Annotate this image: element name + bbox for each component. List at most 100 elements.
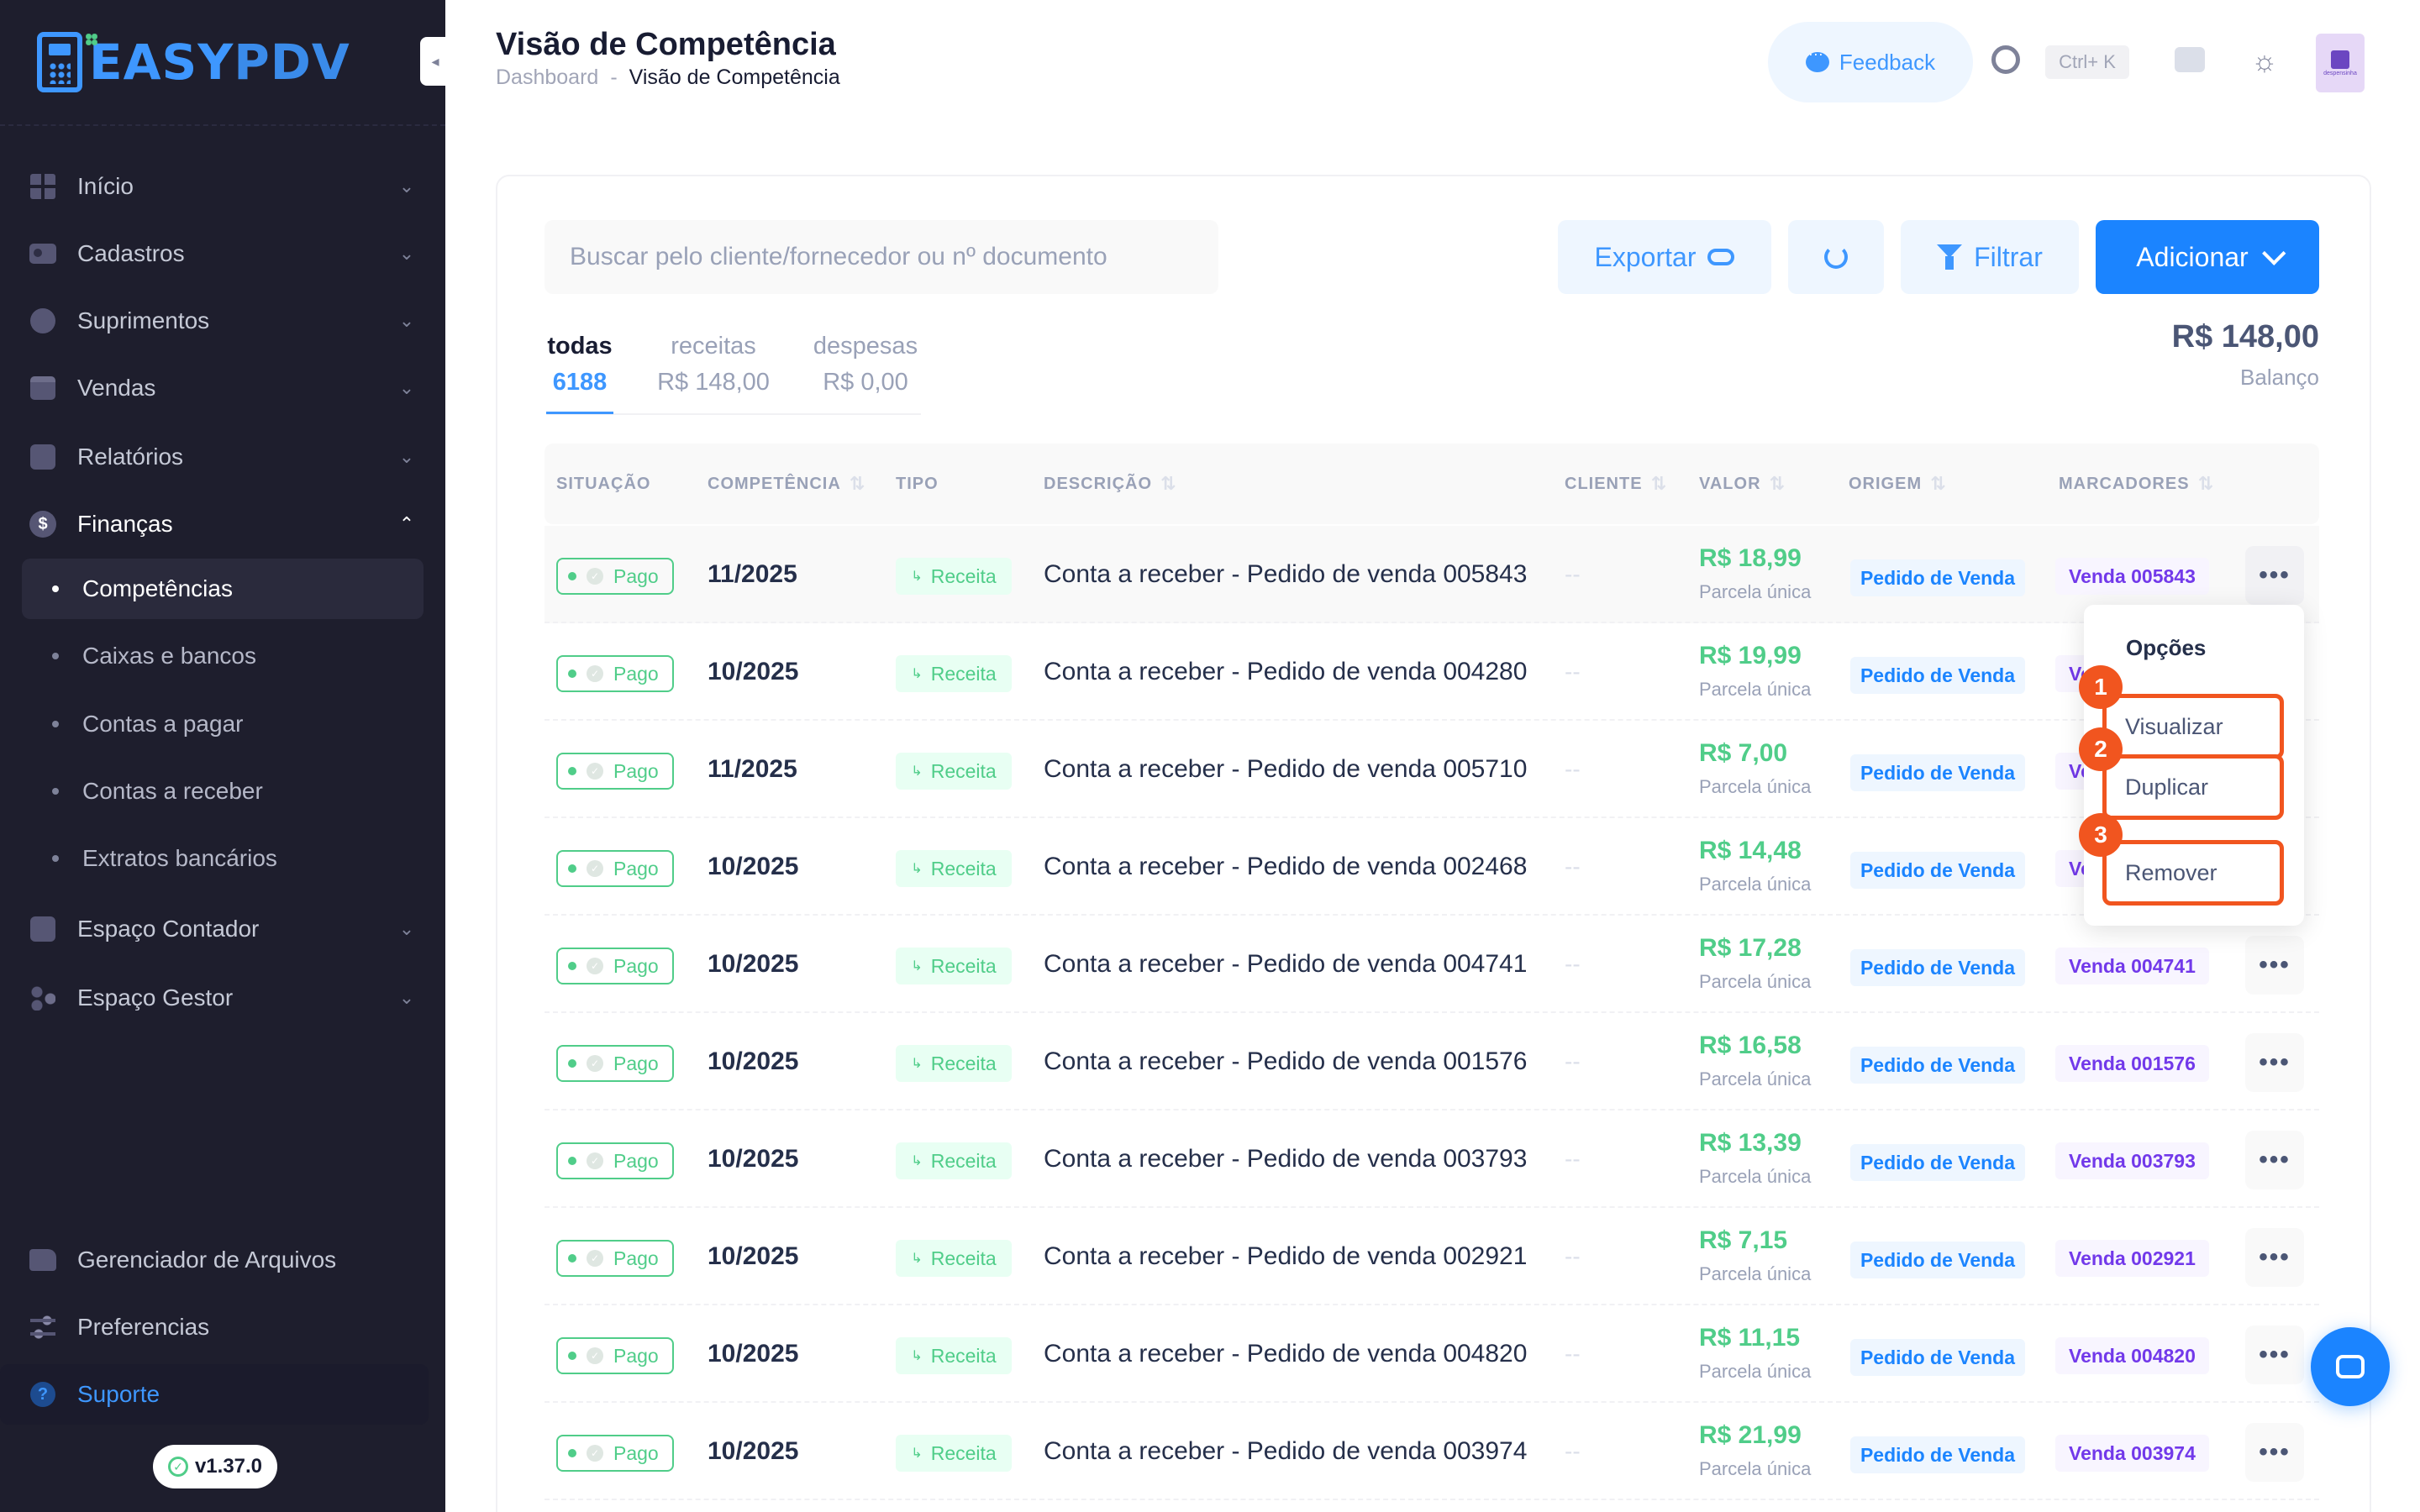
marker-badge[interactable]: Venda 003974 bbox=[2055, 1435, 2209, 1472]
origin-badge[interactable]: Pedido de Venda bbox=[1850, 1436, 2025, 1473]
sidebar-item-espaco-gestor[interactable]: Espaço Gestor ⌄ bbox=[22, 968, 424, 1028]
status-dot-icon bbox=[568, 1059, 576, 1068]
marker-badge[interactable]: Venda 002921 bbox=[2055, 1240, 2209, 1277]
table-row[interactable]: ✓ Pago 10/2025 ↳ Receita Conta a receber… bbox=[544, 818, 2319, 916]
table-row[interactable]: ✓ Pago 10/2025 ↳ Receita Conta a receber… bbox=[544, 1208, 2319, 1305]
origin-badge[interactable]: Pedido de Venda bbox=[1850, 1242, 2025, 1278]
competencia-cell: 11/2025 bbox=[708, 755, 797, 783]
check-icon: ✓ bbox=[587, 958, 603, 974]
filter-button[interactable]: Filtrar bbox=[1901, 220, 2079, 294]
marker-badge[interactable]: Venda 003793 bbox=[2055, 1142, 2209, 1179]
installment-text: Parcela única bbox=[1699, 1068, 1812, 1089]
chevron-down-icon: ⌄ bbox=[398, 377, 415, 398]
sidebar-item-suporte[interactable]: ? Suporte bbox=[0, 1364, 429, 1425]
origin-badge[interactable]: Pedido de Venda bbox=[1850, 559, 2025, 596]
row-actions-button[interactable]: ••• bbox=[2245, 1326, 2304, 1384]
avatar[interactable]: despensinha bbox=[2316, 34, 2365, 92]
sidebar-subitem-caixas-e-bancos[interactable]: Caixas e bancos bbox=[22, 626, 424, 686]
sidebar-item-vendas[interactable]: Vendas ⌄ bbox=[22, 358, 424, 418]
row-actions-button[interactable]: ••• bbox=[2245, 1423, 2304, 1482]
sidebar-item-financas[interactable]: $ Finanças ⌃ bbox=[22, 494, 424, 554]
check-icon: ✓ bbox=[587, 568, 603, 585]
origin-badge[interactable]: Pedido de Venda bbox=[1850, 1339, 2025, 1376]
sidebar-subitem-contas-a-pagar[interactable]: Contas a pagar bbox=[22, 694, 424, 754]
sidebar-subitem-contas-a-receber[interactable]: Contas a receber bbox=[22, 761, 424, 822]
table-row[interactable]: ✓ Pago 11/2025 ↳ Receita Conta a receber… bbox=[544, 526, 2319, 623]
menu-item-remover[interactable]: Remover bbox=[2102, 840, 2284, 906]
table-row[interactable]: ✓ Pago 10/2025 ↳ Receita Conta a receber… bbox=[544, 916, 2319, 1013]
marker-badge[interactable]: Venda 001576 bbox=[2055, 1045, 2209, 1082]
value-amount: R$ 11,15 bbox=[1699, 1324, 1801, 1352]
row-actions-button[interactable]: ••• bbox=[2245, 1033, 2304, 1092]
row-options-menu: Opções Visualizar Duplicar Remover 1 2 3 bbox=[2079, 605, 2304, 926]
row-actions-button[interactable]: ••• bbox=[2245, 546, 2304, 605]
breadcrumb-link-dashboard[interactable]: Dashboard bbox=[496, 66, 598, 90]
status-text: Pago bbox=[613, 1149, 659, 1172]
column-header-valor[interactable]: VALOR ⇅ bbox=[1699, 444, 1786, 524]
value-amount: R$ 19,99 bbox=[1699, 642, 1802, 669]
feedback-button[interactable]: Feedback bbox=[1768, 22, 1973, 102]
check-icon: ✓ bbox=[587, 860, 603, 877]
origin-badge[interactable]: Pedido de Venda bbox=[1850, 949, 2025, 986]
sidebar-item-inicio[interactable]: Início ⌄ bbox=[22, 156, 424, 217]
export-button[interactable]: Exportar bbox=[1558, 220, 1771, 294]
marker-badge[interactable]: Venda 004820 bbox=[2055, 1337, 2209, 1374]
table-row[interactable]: ✓ Pago 10/2025 ↳ Receita Conta a receber… bbox=[544, 1110, 2319, 1208]
table-row[interactable]: ✓ Pago 11/2025 ↳ Receita Conta a receber… bbox=[544, 721, 2319, 818]
origin-badge[interactable]: Pedido de Venda bbox=[1850, 852, 2025, 889]
table-row[interactable]: ✓ Pago 10/2025 ↳ Receita Conta a receber… bbox=[544, 1013, 2319, 1110]
type-text: Receita bbox=[930, 857, 997, 879]
menu-item-duplicar[interactable]: Duplicar bbox=[2102, 754, 2284, 820]
chat-support-button[interactable] bbox=[2311, 1327, 2390, 1406]
value-cell: R$ 7,15 Parcela única bbox=[1699, 1226, 1811, 1285]
competencia-cell: 10/2025 bbox=[708, 1242, 799, 1270]
origin-badge[interactable]: Pedido de Venda bbox=[1850, 657, 2025, 694]
table-row[interactable]: ✓ Pago 10/2025 ↳ Receita Conta a receber… bbox=[544, 623, 2319, 721]
tab-todas[interactable]: todas 6188 bbox=[546, 333, 613, 396]
version-text: v1.37.0 bbox=[194, 1455, 263, 1478]
sidebar-subitem-competencias[interactable]: Competências bbox=[22, 559, 424, 619]
origin-badge[interactable]: Pedido de Venda bbox=[1850, 754, 2025, 791]
marker-badge[interactable]: Venda 005843 bbox=[2055, 558, 2209, 595]
column-header-descricao[interactable]: DESCRIÇÃO ⇅ bbox=[1044, 444, 1176, 524]
theme-sun-icon[interactable]: ☼ bbox=[2250, 47, 2279, 76]
search-icon[interactable] bbox=[1991, 45, 2020, 74]
sidebar-collapse-button[interactable]: ◂ bbox=[420, 37, 450, 86]
type-badge: ↳ Receita bbox=[896, 1045, 1012, 1082]
search-input[interactable] bbox=[544, 220, 1218, 294]
sidebar-item-relatorios[interactable]: Relatórios ⌄ bbox=[22, 427, 424, 487]
breadcrumb-current: Visão de Competência bbox=[629, 66, 840, 89]
column-header-marcadores[interactable]: MARCADORES ⇅ bbox=[2059, 444, 2214, 524]
row-actions-button[interactable]: ••• bbox=[2245, 1131, 2304, 1189]
value-amount: R$ 21,99 bbox=[1699, 1421, 1802, 1449]
status-badge: ✓ Pago bbox=[556, 1240, 674, 1277]
column-header-origem[interactable]: ORIGEM ⇅ bbox=[1849, 444, 1947, 524]
marker-badge[interactable]: Venda 004741 bbox=[2055, 948, 2209, 984]
menu-item-visualizar[interactable]: Visualizar bbox=[2102, 694, 2284, 759]
origin-badge[interactable]: Pedido de Venda bbox=[1850, 1144, 2025, 1181]
installment-text: Parcela única bbox=[1699, 1361, 1812, 1382]
brand-logo[interactable]: EASYPDV bbox=[37, 29, 350, 96]
competencia-cell: 10/2025 bbox=[708, 950, 799, 978]
table-row[interactable]: ✓ Pago 10/2025 ↳ Receita Conta a receber… bbox=[544, 1403, 2319, 1500]
sidebar-item-preferencias[interactable]: Preferencias bbox=[22, 1297, 424, 1357]
sidebar-item-suprimentos[interactable]: Suprimentos ⌄ bbox=[22, 291, 424, 351]
balance-label: Balanço bbox=[2240, 365, 2319, 390]
column-header-competencia[interactable]: COMPETÊNCIA ⇅ bbox=[708, 444, 865, 524]
search-shortcut[interactable]: Ctrl+ K bbox=[2045, 45, 2129, 79]
box-icon bbox=[29, 915, 57, 943]
row-actions-button[interactable]: ••• bbox=[2245, 1228, 2304, 1287]
column-header-cliente[interactable]: CLIENTE ⇅ bbox=[1565, 444, 1667, 524]
refresh-button[interactable] bbox=[1788, 220, 1884, 294]
messages-icon[interactable] bbox=[2175, 47, 2205, 72]
origin-badge[interactable]: Pedido de Venda bbox=[1850, 1047, 2025, 1084]
table-row[interactable]: ✓ Pago 10/2025 ↳ Receita Conta a receber… bbox=[544, 1305, 2319, 1403]
row-actions-button[interactable]: ••• bbox=[2245, 936, 2304, 995]
sidebar-item-espaco-contador[interactable]: Espaço Contador ⌄ bbox=[22, 899, 424, 959]
sidebar-item-gerenciador-de-arquivos[interactable]: Gerenciador de Arquivos bbox=[22, 1230, 424, 1290]
add-button[interactable]: Adicionar bbox=[2096, 220, 2319, 294]
sidebar-item-cadastros[interactable]: Cadastros ⌄ bbox=[22, 223, 424, 284]
tab-despesas[interactable]: despesas R$ 0,00 bbox=[808, 333, 923, 396]
sidebar-subitem-extratos-bancarios[interactable]: Extratos bancários bbox=[22, 828, 424, 889]
tab-receitas[interactable]: receitas R$ 148,00 bbox=[652, 333, 775, 396]
